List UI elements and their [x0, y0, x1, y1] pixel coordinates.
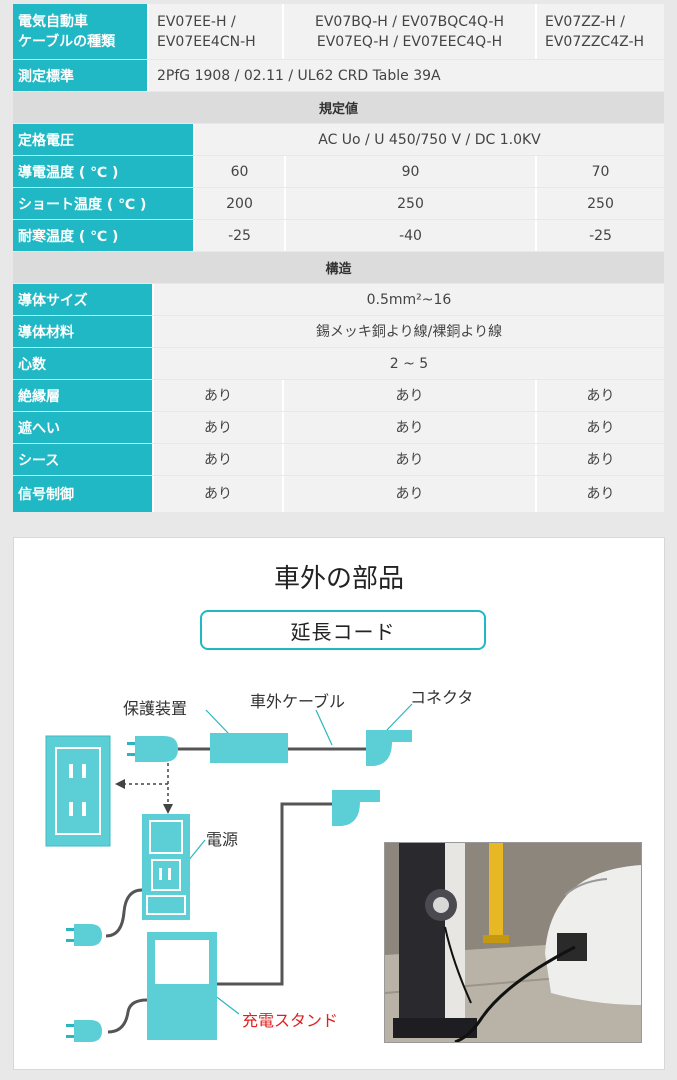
- rated-voltage-label: 定格電圧: [13, 124, 193, 155]
- shield-col-2: あり: [284, 412, 535, 443]
- leader-line: [385, 703, 413, 732]
- plug-icon: [66, 1020, 102, 1042]
- plug-icon: [66, 924, 102, 946]
- cores-label: 心数: [13, 348, 152, 379]
- cores-value: 2 ~ 5: [154, 348, 664, 379]
- insulation-col-2: あり: [284, 380, 535, 411]
- table-row: 遮へい あり あり あり: [13, 412, 664, 443]
- parts-diagram-panel: 車外の部品 延長コード 保護装置 車外ケーブル コネクタ 電源 充電スタンド: [13, 537, 665, 1070]
- sheath-label: シース: [13, 444, 152, 475]
- table-row: 心数 2 ~ 5: [13, 348, 664, 379]
- signal-col-2: あり: [284, 476, 535, 512]
- extension-cord-icon: [127, 730, 412, 766]
- standard-value: 2PfG 1908 / 02.11 / UL62 CRD Table 39A: [149, 60, 664, 91]
- conductor-temp-col-3: 70: [537, 156, 664, 187]
- table-row: 電気自動車 ケーブルの種類 EV07EE-H / EV07EE4CN-H EV0…: [13, 4, 664, 59]
- charging-stand-icon: [147, 932, 217, 1040]
- sheath-col-1: あり: [154, 444, 282, 475]
- arrow-head-icon: [163, 804, 173, 814]
- conductor-temp-label: 導電温度 ( ℃ ): [13, 156, 193, 187]
- cold-temp-col-1: -25: [195, 220, 284, 251]
- ev-charging-photo: [384, 842, 642, 1043]
- shield-col-3: あり: [537, 412, 664, 443]
- conductor-size-value: 0.5mm²~16: [154, 284, 664, 315]
- signal-col-1: あり: [154, 476, 282, 512]
- table-row: 絶縁層 あり あり あり: [13, 380, 664, 411]
- arrow-head-icon: [115, 779, 125, 789]
- wall-outlet-icon: [45, 735, 111, 847]
- insulation-label: 絶縁層: [13, 380, 152, 411]
- table-row: シース あり あり あり: [13, 444, 664, 475]
- cold-temp-label: 耐寒温度 ( ℃ ): [13, 220, 193, 251]
- model-col-1: EV07EE-H / EV07EE4CN-H: [149, 4, 282, 59]
- label-outdoor-cable: 車外ケーブル: [250, 692, 346, 711]
- conductor-material-label: 導体材料: [13, 316, 152, 347]
- table-row: 導体サイズ 0.5mm²~16: [13, 284, 664, 315]
- sheath-col-3: あり: [537, 444, 664, 475]
- model-col-2: EV07BQ-H / EV07BQC4Q-H EV07EQ-H / EV07EE…: [284, 4, 535, 59]
- leader-line: [315, 709, 333, 746]
- conductor-temp-col-2: 90: [286, 156, 535, 187]
- table-row: 信号制御 あり あり あり: [13, 476, 664, 512]
- cable-type-label: 電気自動車 ケーブルの種類: [13, 4, 147, 59]
- table-row: 定格電圧 AC Uo / U 450/750 V / DC 1.0KV: [13, 124, 664, 155]
- leader-line: [205, 709, 230, 735]
- power-source-icon: [142, 814, 190, 920]
- signal-label: 信号制御: [13, 476, 152, 512]
- shield-col-1: あり: [154, 412, 282, 443]
- shield-label: 遮へい: [13, 412, 152, 443]
- short-temp-col-3: 250: [537, 188, 664, 219]
- spec-table: 電気自動車 ケーブルの種類 EV07EE-H / EV07EE4CN-H EV0…: [13, 4, 664, 513]
- label-power-source: 電源: [206, 830, 239, 849]
- conductor-material-value: 錫メッキ銅より線/裸銅より線: [154, 316, 664, 347]
- model-col-3: EV07ZZ-H / EV07ZZC4Z-H: [537, 4, 664, 59]
- insulation-col-3: あり: [537, 380, 664, 411]
- standard-label: 測定標準: [13, 60, 147, 91]
- insulation-col-1: あり: [154, 380, 282, 411]
- signal-col-3: あり: [537, 476, 664, 512]
- short-temp-col-1: 200: [195, 188, 284, 219]
- short-temp-label: ショート温度 ( ℃ ): [13, 188, 193, 219]
- label-connector: コネクタ: [410, 688, 474, 707]
- charging-connector-icon: [332, 790, 380, 826]
- cold-temp-col-3: -25: [537, 220, 664, 251]
- table-row: 導電温度 ( ℃ ) 60 90 70: [13, 156, 664, 187]
- table-row: 耐寒温度 ( ℃ ) -25 -40 -25: [13, 220, 664, 251]
- table-row: ショート温度 ( ℃ ) 200 250 250: [13, 188, 664, 219]
- section-header-structure: 構造: [13, 252, 664, 283]
- power-cord: [105, 888, 143, 938]
- table-row: 導体材料 錫メッキ銅より線/裸銅より線: [13, 316, 664, 347]
- conductor-size-label: 導体サイズ: [13, 284, 152, 315]
- label-charging-stand: 充電スタンド: [242, 1011, 339, 1030]
- section-header-rated: 規定値: [13, 92, 664, 123]
- label-protector: 保護装置: [123, 699, 188, 718]
- short-temp-col-2: 250: [286, 188, 535, 219]
- table-row: 測定標準 2PfG 1908 / 02.11 / UL62 CRD Table …: [13, 60, 664, 91]
- power-cord: [107, 998, 148, 1034]
- sheath-col-2: あり: [284, 444, 535, 475]
- rated-voltage-value: AC Uo / U 450/750 V / DC 1.0KV: [195, 124, 664, 155]
- cold-temp-col-2: -40: [286, 220, 535, 251]
- conductor-temp-col-1: 60: [195, 156, 284, 187]
